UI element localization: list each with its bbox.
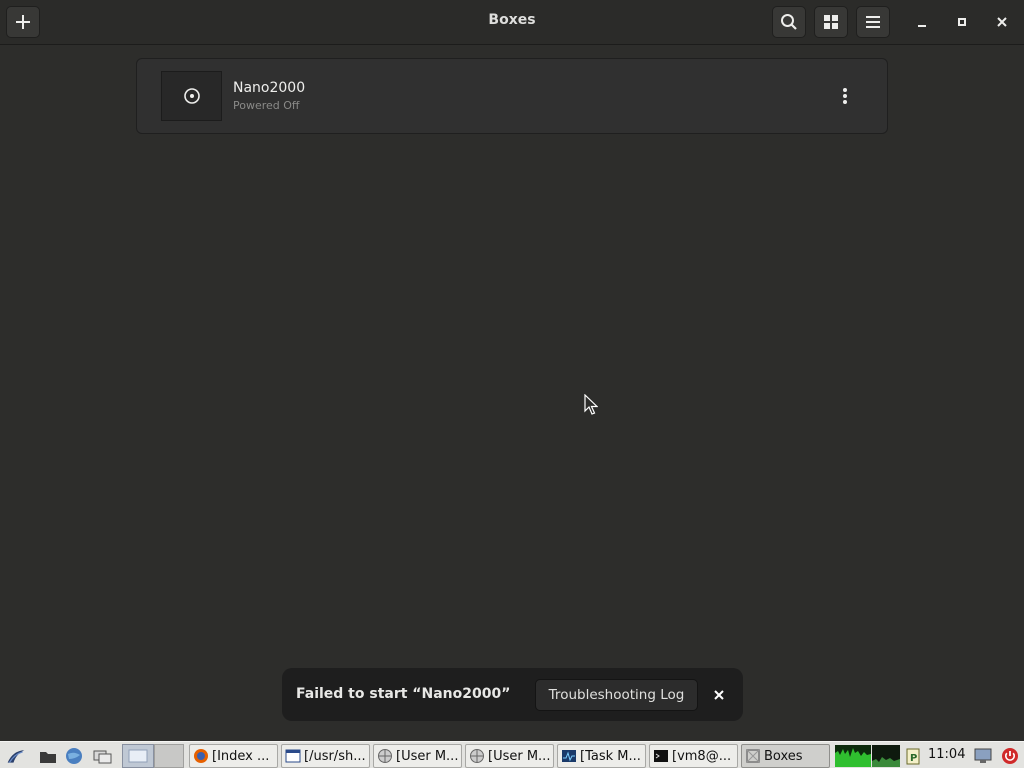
power-button[interactable] <box>1000 746 1020 766</box>
browser-launcher[interactable] <box>64 746 84 766</box>
terminal-icon <box>653 748 669 764</box>
taskbar-item-label: [Index ... <box>212 748 270 764</box>
close-icon <box>997 17 1007 27</box>
web-icon <box>469 748 485 764</box>
taskbar-item-label: Boxes <box>764 748 803 764</box>
app-menu-icon <box>7 750 25 763</box>
folder-icon <box>40 752 56 763</box>
clock[interactable]: 11:04 <box>928 747 965 762</box>
search-icon <box>781 14 797 30</box>
search-button[interactable] <box>772 6 806 38</box>
hamburger-menu-icon <box>866 16 880 28</box>
box-thumbnail[interactable] <box>161 71 222 121</box>
error-toast: Failed to start “Nano2000” Troubleshooti… <box>282 668 743 721</box>
grid-view-button[interactable] <box>814 6 848 38</box>
clipboard-tray-button[interactable]: P <box>903 746 923 766</box>
disc-icon <box>183 88 200 104</box>
windows-icon <box>93 750 112 764</box>
workspace-switcher-2[interactable] <box>154 744 184 768</box>
taskbar-item-label: [Task M... <box>580 748 641 764</box>
clipboard-icon: P <box>906 748 920 765</box>
grid-icon <box>824 15 838 29</box>
network-graph-icon <box>872 757 900 767</box>
header-bar: Boxes <box>0 0 1024 45</box>
show-desktop-button[interactable] <box>93 746 113 766</box>
maximize-button[interactable] <box>950 10 974 34</box>
taskbar-item-label: [User M... <box>488 748 551 764</box>
web-icon <box>377 748 393 764</box>
taskbar-item-label: [vm8@... <box>672 748 732 764</box>
taskbar-item[interactable]: [/usr/sh... <box>281 744 370 768</box>
box-row[interactable]: Nano2000 Powered Off <box>137 59 887 133</box>
close-window-button[interactable] <box>990 10 1014 34</box>
box-status: Powered Off <box>233 99 300 112</box>
workspace-switcher-1[interactable] <box>122 744 154 768</box>
workspace-icon <box>128 749 148 763</box>
file-manager-launcher[interactable] <box>38 746 58 766</box>
troubleshooting-log-button[interactable]: Troubleshooting Log <box>535 679 698 711</box>
network-monitor-graph <box>872 745 900 767</box>
taskbar-item-active[interactable]: Boxes <box>741 744 830 768</box>
monitor-icon <box>974 748 992 763</box>
box-menu-button[interactable] <box>833 81 857 111</box>
taskbar: [Index ... [/usr/sh... [User M... [User … <box>0 741 1024 768</box>
window-icon <box>285 748 301 764</box>
firefox-icon <box>193 748 209 764</box>
power-icon <box>1002 748 1018 764</box>
cpu-graph-icon <box>835 748 871 767</box>
cpu-monitor-graph <box>835 745 871 767</box>
maximize-icon <box>958 18 966 26</box>
taskbar-item-label: [/usr/sh... <box>304 748 366 764</box>
minimize-button[interactable] <box>910 10 934 34</box>
box-list: Nano2000 Powered Off <box>136 58 888 134</box>
network-tray-button[interactable] <box>973 746 993 766</box>
close-icon <box>714 690 724 700</box>
boxes-icon <box>745 748 761 764</box>
main-menu-button[interactable] <box>856 6 890 38</box>
taskbar-item[interactable]: [User M... <box>373 744 462 768</box>
taskbar-item[interactable]: [User M... <box>465 744 554 768</box>
minimize-icon <box>918 25 926 27</box>
task-manager-icon <box>561 748 577 764</box>
taskbar-item-label: [User M... <box>396 748 459 764</box>
svg-text:P: P <box>910 753 917 764</box>
taskbar-item[interactable]: [vm8@... <box>649 744 738 768</box>
globe-icon <box>66 748 82 764</box>
toast-close-button[interactable] <box>708 684 730 706</box>
more-vertical-icon <box>843 88 847 104</box>
taskbar-item[interactable]: [Task M... <box>557 744 646 768</box>
box-name: Nano2000 <box>233 80 306 96</box>
toast-message: Failed to start “Nano2000” <box>296 686 511 702</box>
mouse-cursor-icon <box>584 394 598 415</box>
start-menu-button[interactable] <box>6 746 26 766</box>
taskbar-item[interactable]: [Index ... <box>189 744 278 768</box>
